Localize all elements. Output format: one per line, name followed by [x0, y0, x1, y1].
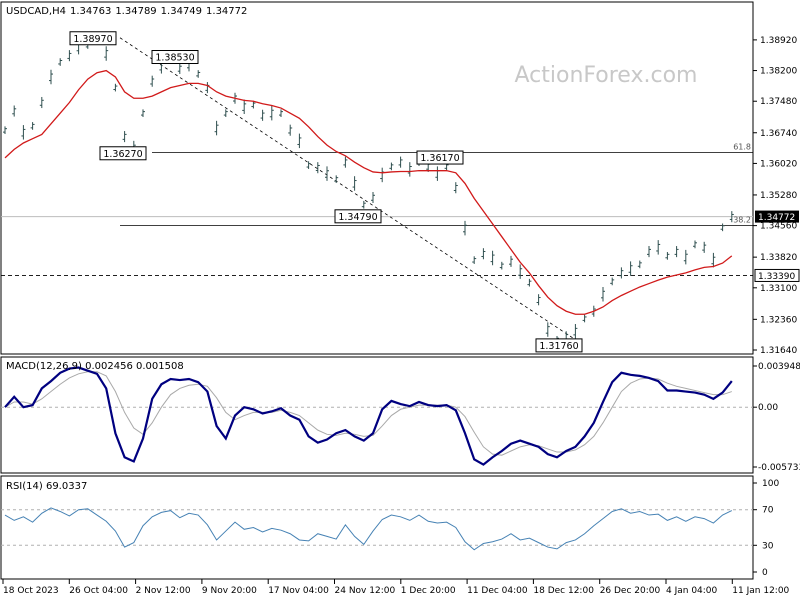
macd-y-tick-label: 0.003948 — [758, 362, 800, 372]
macd-panel-frame — [0, 356, 754, 474]
price-tag-label: 1.34772 — [758, 213, 795, 223]
callout-label: 1.38530 — [155, 53, 194, 64]
price-y-tick-label: 1.33100 — [760, 284, 797, 294]
price-y-tick-label: 1.32360 — [760, 315, 797, 325]
macd-y-tick-label: 0.00 — [758, 403, 778, 413]
callout-label: 1.34790 — [338, 212, 377, 223]
price-y-tick-label: 1.34560 — [760, 222, 797, 232]
callout-label: 1.36270 — [103, 149, 142, 160]
price-y-tick-label: 1.35280 — [760, 191, 797, 201]
x-tick-label: 18 Dec 12:00 — [533, 586, 594, 596]
price-panel-frame — [0, 1, 754, 355]
price-y-tick-label: 1.38920 — [760, 36, 797, 46]
price-low: 1.34749 — [161, 6, 202, 17]
callout-label: 1.38970 — [73, 34, 112, 45]
price-y-tick-label: 1.36740 — [760, 129, 797, 139]
price-open: 1.34763 — [70, 6, 111, 17]
x-tick-label: 1 Dec 20:00 — [401, 586, 456, 596]
price-y-tick-label: 1.31640 — [760, 346, 797, 356]
macd-y-axis: 0.003948 0.00 -0.005733 — [753, 362, 800, 473]
rsi-y-axis: 100 70 30 0 — [753, 479, 779, 578]
x-tick-label: 11 Dec 04:00 — [467, 586, 528, 596]
price-symbol: USDCAD,H4 — [6, 6, 66, 17]
rsi-y-tick-label: 100 — [762, 479, 779, 489]
x-tick-label: 18 Oct 2023 — [3, 586, 59, 596]
rsi-y-tick-label: 70 — [762, 506, 774, 516]
x-axis: 18 Oct 2023 26 Oct 04:00 2 Nov 12:00 9 Nov … — [2, 579, 790, 596]
rsi-title: RSI(14) 69.0337 — [6, 481, 87, 492]
fib-label-618: 61.8 — [733, 142, 751, 151]
price-high: 1.34789 — [115, 6, 156, 17]
price-y-tick-label: 1.38200 — [760, 67, 797, 77]
x-tick-label: 2 Nov 12:00 — [136, 586, 191, 596]
price-y-tick-label: 1.37480 — [760, 97, 797, 107]
macd-title: MACD(12,26,9) 0.002456 0.001508 — [6, 361, 184, 372]
x-tick-label: 17 Nov 04:00 — [268, 586, 329, 596]
price-y-tick-label: 1.33820 — [760, 253, 797, 263]
x-tick-label: 26 Oct 04:00 — [69, 586, 128, 596]
callout-label: 1.31760 — [539, 341, 578, 352]
callout-label: 1.36170 — [420, 153, 459, 164]
price-y-tick-label: 1.36020 — [760, 159, 797, 169]
x-tick-label: 24 Nov 12:00 — [335, 586, 396, 596]
watermark: ActionForex.com — [515, 63, 698, 88]
macd-y-tick-label: -0.005733 — [758, 463, 800, 473]
rsi-y-tick-label: 0 — [762, 568, 768, 578]
chart-root: ActionForex.com 61.838.2 1.389201.382001… — [0, 1, 800, 596]
x-tick-label: 9 Nov 20:00 — [202, 586, 257, 596]
rsi-panel: 100 70 30 0 RSI(14) 69.0337 — [0, 475, 779, 580]
price-y-axis: 1.38920 1.38200 1.37480 1.36740 1.36020 1.352… — [753, 36, 800, 356]
macd-panel: 0.003948 0.00 -0.005733 MACD(12,26,9) 0.00… — [0, 356, 800, 474]
price-close: 1.34772 — [206, 6, 247, 17]
rsi-panel-frame — [0, 475, 754, 580]
price-panel: ActionForex.com 61.838.2 1.389201.382001… — [0, 1, 800, 356]
level-tag-label: 1.33390 — [758, 272, 795, 282]
x-tick-label: 26 Dec 20:00 — [600, 586, 661, 596]
rsi-y-tick-label: 30 — [762, 541, 774, 551]
price-title: USDCAD,H4 1.34763 1.34789 1.34749 1.34772 — [6, 6, 247, 17]
fib-label-382: 38.2 — [733, 216, 751, 225]
x-tick-label: 4 Jan 04:00 — [666, 586, 718, 596]
x-tick-label: 11 Jan 12:00 — [732, 586, 789, 596]
